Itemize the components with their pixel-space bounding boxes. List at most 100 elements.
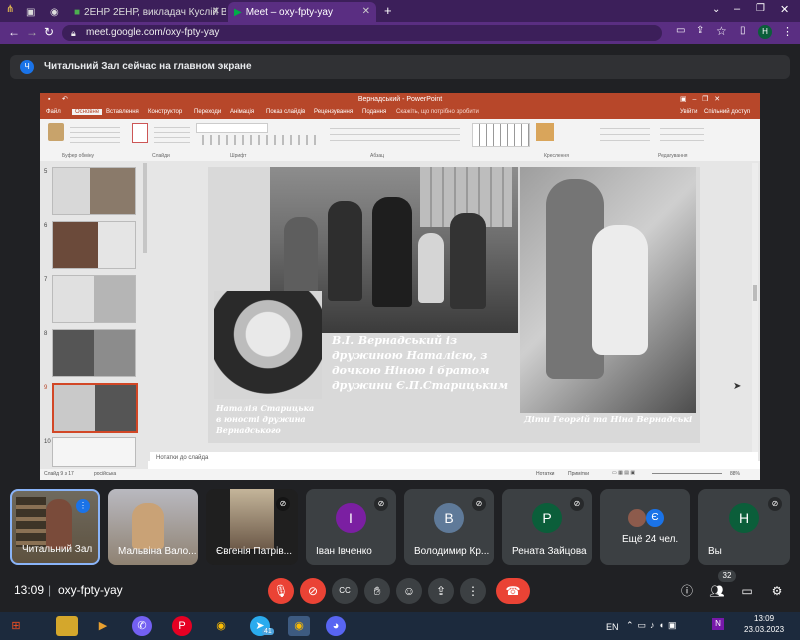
browser-menu-icon[interactable]: ⋔ [6, 4, 14, 15]
participant-tile[interactable]: ⊘ І Іван Івченко [306, 489, 396, 565]
group-drawing: Креслення [544, 153, 569, 159]
close-tab-icon[interactable]: ✕ [362, 6, 370, 17]
address-bar[interactable]: 🔒︎ meet.google.com/oxy-fpty-yay [62, 25, 662, 41]
participant-tile-video[interactable]: ⊘ Євгенія Патрів... [206, 489, 298, 565]
person-video [132, 503, 164, 549]
scroll-thumb[interactable] [753, 285, 757, 301]
arrange-icon [536, 123, 554, 141]
pinterest-icon[interactable]: P [172, 616, 192, 636]
self-tile[interactable]: ⊘ Н Вы [698, 489, 790, 565]
captions-button[interactable]: CC [332, 578, 358, 604]
thumb-scrollbar[interactable] [143, 163, 147, 253]
mic-toggle-button[interactable]: 🎙︎ [268, 578, 294, 604]
menu-file: Файл [46, 109, 61, 115]
meet-favicon-icon: ▶ [234, 6, 242, 18]
slide-thumbnail[interactable] [52, 221, 136, 269]
slide-thumbnail[interactable] [52, 329, 136, 377]
menu-view: Подання [362, 109, 387, 115]
bookmark-star-icon[interactable]: ☆ [716, 24, 727, 38]
participant-tile[interactable]: ⊘ Р Рената Зайцова [502, 489, 592, 565]
close-tab-icon[interactable]: ✕ [212, 6, 220, 17]
discord-icon[interactable]: ◕ [326, 616, 346, 636]
thumb-number: 10 [44, 439, 51, 445]
tab-label: Meet – oxy-fpty-yay [245, 6, 333, 18]
new-tab-button[interactable]: + [384, 3, 392, 18]
participant-tile-video[interactable]: Мальвіна Вало... [108, 489, 198, 565]
file-explorer-icon[interactable] [56, 616, 78, 636]
zoom-slider[interactable] [652, 473, 722, 474]
menu-sign-in: Увійти [680, 109, 698, 115]
participant-tile-video[interactable]: ⋮ Читальний Зал [10, 489, 100, 565]
tray-icons[interactable]: ⌃▭♪◖▣ [626, 620, 680, 631]
chrome-active-icon[interactable]: ◉ [288, 616, 310, 636]
media-player-icon[interactable]: ▶ [92, 616, 114, 636]
minimize-button[interactable]: – [734, 3, 740, 15]
chat-button[interactable]: ▭ [734, 578, 760, 604]
reload-icon[interactable]: ↻ [44, 25, 54, 39]
ribbon-drawing-tools [600, 123, 650, 145]
forward-icon[interactable]: → [26, 25, 38, 39]
mouse-cursor-icon: ➤ [733, 381, 742, 392]
onenote-icon[interactable]: N [712, 618, 724, 630]
group-editing: Редагування [658, 153, 688, 159]
ppt-statusbar: Слайд 9 з 17 російська Нотатки Примітки … [40, 469, 760, 480]
chrome-icon[interactable]: ◉ [210, 616, 232, 636]
notes-pane[interactable]: Нотатки до слайда [150, 452, 758, 464]
more-participants-tile[interactable]: Є Ещё 24 чел. [600, 489, 690, 565]
raise-hand-button[interactable]: ✋︎ [364, 578, 390, 604]
ppt-titlebar: Вернадський - PowerPoint ▪ ↶ ▣ – ❐ ✕ [40, 93, 760, 107]
participant-tile[interactable]: ⊘ В Володимир Кр... [404, 489, 494, 565]
tab-favicon-icon: ■ [74, 6, 81, 18]
notes-placeholder: Нотатки до слайда [156, 455, 209, 461]
undo-icon: ↶ [62, 96, 68, 103]
activities-button[interactable]: ⚙︎ [764, 578, 790, 604]
mic-off-icon: ⊘ [276, 497, 290, 511]
view-icons[interactable]: ▭ ▦ ▤ ▣ [612, 470, 635, 476]
comments-toggle[interactable]: Примітки [568, 471, 589, 477]
font-box [196, 123, 268, 133]
new-slide-icon [132, 123, 148, 143]
input-language[interactable]: EN [606, 622, 619, 632]
restore-button[interactable]: ❐ [756, 3, 765, 14]
close-window-button[interactable]: ✕ [780, 3, 789, 16]
slide-thumbnail-selected[interactable] [52, 383, 138, 433]
back-icon[interactable]: ← [8, 25, 20, 39]
pinned-tab[interactable]: ◉ [44, 2, 66, 22]
present-screen-button[interactable]: ⇪ [428, 578, 454, 604]
notes-toggle[interactable]: Нотатки [536, 471, 554, 477]
main-caption: В.І. Вернадський із дружиною Наталією, з… [332, 334, 509, 392]
extension-icon[interactable]: ▭ [676, 25, 685, 36]
menu-animation: Анімація [230, 109, 255, 115]
start-button[interactable]: ⊞ [4, 616, 28, 636]
group-paragraph: Абзац [370, 153, 385, 159]
ribbon-font-tools [196, 135, 316, 145]
camera-toggle-button[interactable]: ⊘ [300, 578, 326, 604]
group-slides: Слайди [152, 153, 170, 159]
share-icon[interactable]: ⇪ [696, 25, 704, 36]
ribbon-slide-tools [154, 123, 190, 145]
info-button[interactable]: ⓘ [674, 578, 700, 604]
meeting-divider: | [48, 583, 52, 597]
shapes-gallery [472, 123, 530, 147]
mic-off-icon: ⊘ [768, 497, 782, 511]
sidepanel-icon[interactable]: ▯ [740, 25, 746, 36]
tab-meet[interactable]: ▶ Meet – oxy-fpty-yay ✕ [228, 2, 376, 22]
more-count-label: Ещё 24 чел. [622, 534, 679, 545]
more-options-button[interactable]: ⋮ [460, 578, 486, 604]
leave-call-button[interactable]: ☎︎ [496, 578, 530, 604]
pinned-tab[interactable]: ▣ [20, 2, 42, 22]
menu-tell-me: Скажіть, що потрібно зробити [396, 109, 479, 115]
viber-icon[interactable]: ✆ [132, 616, 152, 636]
slide-thumbnail[interactable] [52, 167, 136, 215]
emoji-button[interactable]: ☺ [396, 578, 422, 604]
mic-off-icon: ⊘ [374, 497, 388, 511]
editor-scrollbar[interactable] [752, 163, 758, 453]
tab-course[interactable]: ■ 2ЕНР 2ЕНР, викладач Куслій В.М ✕ [68, 2, 226, 22]
slide-thumbnail[interactable] [52, 275, 136, 323]
tab-search-icon[interactable]: ⌄ [712, 4, 720, 15]
children-caption: Діти Георгій та Ніна Вернадські [524, 415, 693, 425]
slide-thumbnail[interactable] [52, 437, 136, 467]
browser-menu-icon[interactable]: ⋮ [782, 25, 793, 38]
profile-avatar[interactable]: Н [758, 25, 772, 39]
participant-name: Володимир Кр... [414, 546, 490, 557]
